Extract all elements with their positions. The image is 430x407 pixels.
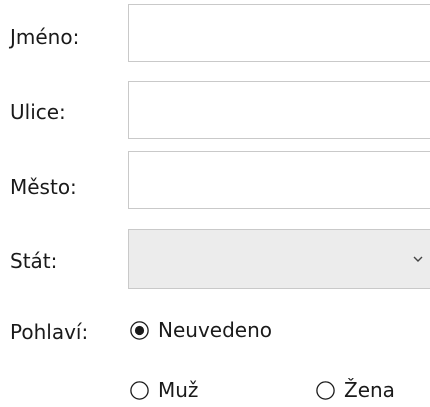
chevron-down-icon xyxy=(413,256,423,262)
address-form: Jméno: Ulice: Město: Stát: Pohlaví: Neuv… xyxy=(0,0,430,407)
name-label: Jméno: xyxy=(10,25,80,49)
radio-unchecked-icon xyxy=(316,380,335,400)
gender-option-label: Muž xyxy=(158,378,199,402)
radio-unchecked-icon xyxy=(130,380,149,400)
country-select[interactable] xyxy=(128,229,430,289)
street-label: Ulice: xyxy=(10,100,66,124)
country-label: Stát: xyxy=(10,249,58,273)
gender-option-unspecified[interactable]: Neuvedeno xyxy=(130,318,272,342)
gender-option-label: Neuvedeno xyxy=(158,318,272,342)
street-field[interactable] xyxy=(128,81,430,139)
gender-option-female[interactable]: Žena xyxy=(316,378,395,402)
city-label: Město: xyxy=(10,175,77,199)
gender-label: Pohlaví: xyxy=(10,320,89,344)
city-field[interactable] xyxy=(128,151,430,209)
gender-option-male[interactable]: Muž xyxy=(130,378,198,402)
radio-checked-icon xyxy=(130,320,149,340)
gender-option-label: Žena xyxy=(344,378,395,402)
name-field[interactable] xyxy=(128,4,430,62)
